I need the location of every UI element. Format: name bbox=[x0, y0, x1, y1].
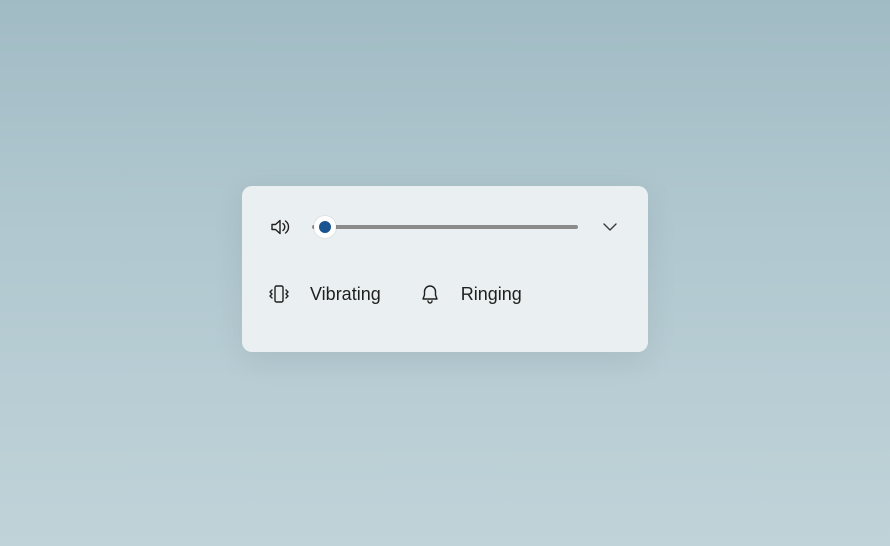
volume-slider[interactable] bbox=[312, 215, 578, 239]
ringing-label: Ringing bbox=[461, 284, 522, 305]
volume-popup: Vibrating Ringing bbox=[242, 186, 648, 352]
speaker-icon[interactable] bbox=[268, 215, 292, 239]
bell-icon bbox=[419, 283, 441, 305]
slider-thumb[interactable] bbox=[314, 216, 336, 238]
ringing-option[interactable]: Ringing bbox=[419, 283, 522, 305]
vibrating-option[interactable]: Vibrating bbox=[268, 283, 381, 305]
vibrating-label: Vibrating bbox=[310, 284, 381, 305]
options-row: Vibrating Ringing bbox=[268, 283, 622, 305]
chevron-down-icon bbox=[600, 217, 620, 237]
expand-button[interactable] bbox=[598, 215, 622, 239]
slider-track bbox=[312, 225, 578, 229]
volume-row bbox=[268, 215, 622, 239]
vibrate-icon bbox=[268, 283, 290, 305]
